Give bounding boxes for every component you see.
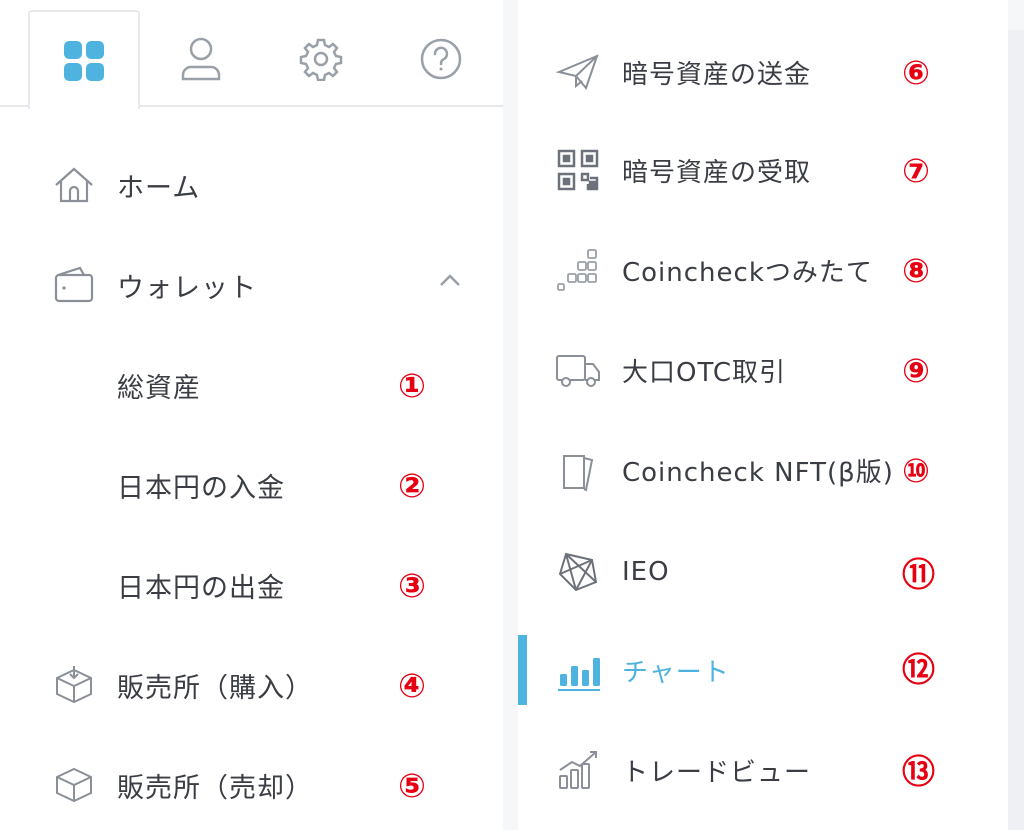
marker-8: ⑧ — [902, 250, 930, 290]
nav-nft-label: Coincheck NFT(β版) — [622, 457, 894, 488]
help-icon — [419, 37, 463, 81]
chevron-up-icon[interactable] — [438, 272, 462, 292]
nav-chart-label: チャート — [622, 657, 730, 688]
nav-jpy-deposit-label: 日本円の入金 — [117, 472, 285, 504]
marker-1: ① — [398, 365, 426, 405]
nav-home-label: ホーム — [117, 172, 201, 204]
nav-wallet[interactable]: ウォレット — [0, 240, 503, 330]
marker-10: ⑩ — [902, 450, 930, 490]
nav-wallet-label: ウォレット — [117, 272, 257, 304]
nav-crypto-send-label: 暗号資産の送金 — [622, 59, 812, 90]
nav-exchange-sell[interactable]: 販売所（売却） ⑤ — [0, 740, 503, 830]
side-menu-right: 暗号資産の送金 ⑥ 暗号資産の受取 ⑦ Coincheckつみたて ⑧ 大口OT… — [518, 0, 1008, 830]
nav-home[interactable]: ホーム — [0, 140, 503, 230]
nav-exchange-sell-label: 販売所（売却） — [117, 772, 313, 804]
nav-otc-label: 大口OTC取引 — [622, 357, 786, 388]
marker-13: ⑬ — [902, 752, 935, 791]
wallet-icon — [52, 263, 96, 307]
marker-6: ⑥ — [902, 52, 930, 92]
bar-chart-icon — [554, 646, 602, 694]
nav-jpy-withdraw[interactable]: 日本円の出金 ③ — [0, 540, 503, 630]
nav-exchange-buy[interactable]: 販売所（購入） ④ — [0, 640, 503, 730]
nav-ieo-label: IEO — [622, 557, 670, 587]
nav-tsumitate[interactable]: Coincheckつみたて ⑧ — [518, 225, 1008, 315]
gem-icon — [554, 548, 602, 596]
nav-tradeview[interactable]: トレードビュー ⑬ — [518, 725, 1008, 815]
nav-ieo[interactable]: IEO ⑪ — [518, 527, 1008, 617]
marker-9: ⑨ — [902, 350, 930, 390]
nav-jpy-withdraw-label: 日本円の出金 — [117, 572, 285, 604]
nav-nft[interactable]: Coincheck NFT(β版) ⑩ — [518, 425, 1008, 515]
page-gutter — [1008, 30, 1024, 830]
tab-account[interactable] — [146, 12, 256, 105]
qr-code-icon — [554, 146, 602, 194]
blocks-icon — [554, 246, 602, 294]
nav-chart[interactable]: チャート ⑫ — [518, 625, 1008, 715]
gear-icon — [299, 37, 343, 81]
tab-settings[interactable] — [266, 12, 376, 105]
truck-icon — [554, 346, 602, 394]
tab-menu[interactable] — [28, 10, 140, 109]
tab-help[interactable] — [386, 12, 496, 105]
home-icon — [52, 163, 96, 207]
nav-crypto-receive[interactable]: 暗号資産の受取 ⑦ — [518, 125, 1008, 215]
box-icon — [52, 763, 96, 807]
marker-12: ⑫ — [902, 650, 935, 689]
tab-bar — [0, 0, 503, 109]
user-icon — [179, 35, 223, 83]
line-chart-icon — [554, 746, 602, 794]
marker-5: ⑤ — [398, 765, 426, 805]
nav-crypto-receive-label: 暗号資産の受取 — [622, 157, 812, 188]
box-in-icon — [52, 663, 96, 707]
nav-otc[interactable]: 大口OTC取引 ⑨ — [518, 325, 1008, 415]
nav-exchange-buy-label: 販売所（購入） — [117, 672, 313, 704]
nav-crypto-send[interactable]: 暗号資産の送金 ⑥ — [518, 27, 1008, 117]
side-menu-left: ホーム ウォレット 総資産 ① 日本円の入金 ② 日本円の出金 ③ 販売所（購入… — [0, 0, 503, 830]
nav-tradeview-label: トレードビュー — [622, 757, 812, 788]
nav-jpy-deposit[interactable]: 日本円の入金 ② — [0, 440, 503, 530]
grid-icon — [62, 39, 106, 83]
marker-7: ⑦ — [902, 150, 930, 190]
marker-4: ④ — [398, 665, 426, 705]
nav-tsumitate-label: Coincheckつみたて — [622, 257, 873, 288]
marker-3: ③ — [398, 565, 426, 605]
nav-total-assets[interactable]: 総資産 ① — [0, 340, 503, 430]
cards-icon — [554, 446, 602, 494]
marker-2: ② — [398, 465, 426, 505]
nav-total-assets-label: 総資産 — [117, 372, 201, 404]
paper-plane-icon — [554, 48, 602, 96]
marker-11: ⑪ — [902, 555, 935, 594]
